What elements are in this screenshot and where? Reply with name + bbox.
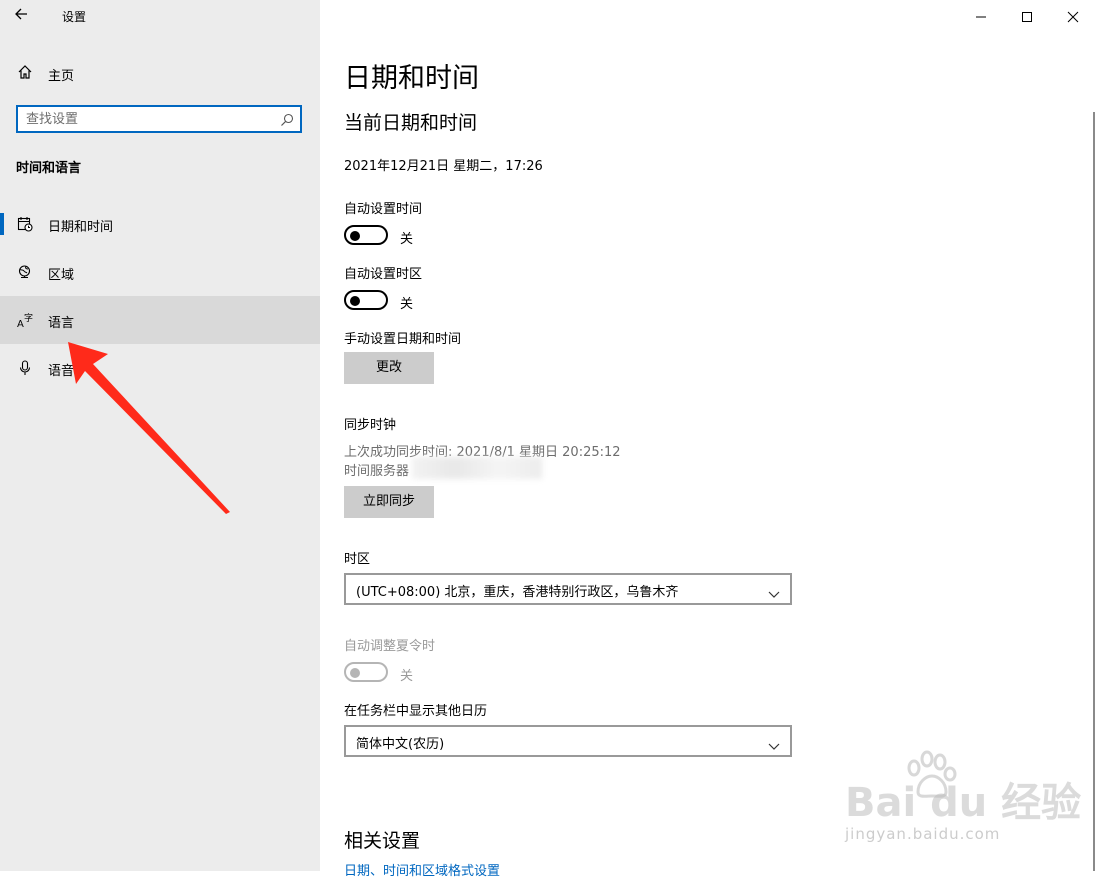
date-region-format-link[interactable]: 日期、时间和区域格式设置 xyxy=(344,860,500,879)
manual-datetime-label: 手动设置日期和时间 xyxy=(344,332,462,347)
calendar-dropdown[interactable]: 简体中文(农历) xyxy=(344,725,792,757)
search-box[interactable] xyxy=(16,105,302,133)
dst-state: 关 xyxy=(400,669,414,684)
dst-label: 自动调整夏令时 xyxy=(344,639,436,654)
sidebar-item-datetime[interactable]: 日期和时间 xyxy=(0,200,320,248)
toggle-knob xyxy=(350,296,360,306)
calendar-label: 在任务栏中显示其他日历 xyxy=(344,704,488,719)
time-server-label: 时间服务器 xyxy=(344,464,410,479)
related-settings-title: 相关设置 xyxy=(344,830,421,852)
svg-text:字: 字 xyxy=(24,312,33,324)
dst-toggle[interactable] xyxy=(344,662,388,682)
sidebar-item-home[interactable]: 主页 xyxy=(0,56,320,90)
toggle-knob xyxy=(350,231,360,241)
active-indicator xyxy=(0,213,4,235)
chevron-down-icon xyxy=(768,584,780,603)
back-arrow-icon[interactable] xyxy=(14,6,36,26)
timezone-value: (UTC+08:00) 北京，重庆，香港特别行政区，乌鲁木齐 xyxy=(356,585,679,600)
watermark-url: jingyan.baidu.com xyxy=(845,825,1001,843)
sidebar-item-region[interactable]: 区域 xyxy=(0,248,320,296)
sidebar-item-label: 日期和时间 xyxy=(48,220,114,235)
sync-now-button[interactable]: 立即同步 xyxy=(344,486,434,518)
watermark-text: Bai du 经验 xyxy=(845,780,1082,826)
chevron-down-icon xyxy=(768,736,780,755)
globe-icon xyxy=(17,264,33,280)
section-heading: 当前日期和时间 xyxy=(344,112,478,134)
main-content: 日期和时间 当前日期和时间 2021年12月21日 星期二，17:26 自动设置… xyxy=(320,0,1097,879)
timezone-dropdown[interactable]: (UTC+08:00) 北京，重庆，香港特别行政区，乌鲁木齐 xyxy=(344,573,792,605)
language-icon: A字 xyxy=(17,312,33,330)
annotation-arrow-icon xyxy=(68,342,230,514)
auto-timezone-label: 自动设置时区 xyxy=(344,267,423,282)
auto-timezone-state: 关 xyxy=(400,297,414,312)
auto-timezone-toggle[interactable] xyxy=(344,290,388,310)
sidebar-item-label: 区域 xyxy=(48,268,75,283)
auto-time-toggle[interactable] xyxy=(344,225,388,245)
calendar-value: 简体中文(农历) xyxy=(356,737,445,752)
section-title: 时间和语言 xyxy=(16,161,82,176)
app-title: 设置 xyxy=(62,10,87,24)
microphone-icon xyxy=(17,360,33,376)
timezone-label: 时区 xyxy=(344,552,371,567)
current-datetime: 2021年12月21日 星期二，17:26 xyxy=(344,159,543,174)
page-title: 日期和时间 xyxy=(344,63,479,94)
search-input[interactable] xyxy=(26,110,276,128)
change-button[interactable]: 更改 xyxy=(344,352,434,384)
toggle-knob xyxy=(350,668,360,678)
sync-title: 同步时钟 xyxy=(344,418,397,433)
home-icon xyxy=(17,64,33,80)
titlebar: 设置 xyxy=(0,0,320,32)
auto-time-label: 自动设置时间 xyxy=(344,202,423,217)
sidebar-item-label: 语言 xyxy=(48,316,75,331)
blurred-server-name xyxy=(412,457,542,479)
sidebar-item-language[interactable]: A字 语言 xyxy=(0,296,320,344)
search-icon[interactable] xyxy=(280,112,294,126)
calendar-clock-icon xyxy=(17,216,33,232)
scrollbar[interactable] xyxy=(1093,112,1095,871)
auto-time-state: 关 xyxy=(400,232,414,247)
svg-text:A: A xyxy=(17,319,24,328)
sidebar-item-label: 主页 xyxy=(48,69,75,84)
